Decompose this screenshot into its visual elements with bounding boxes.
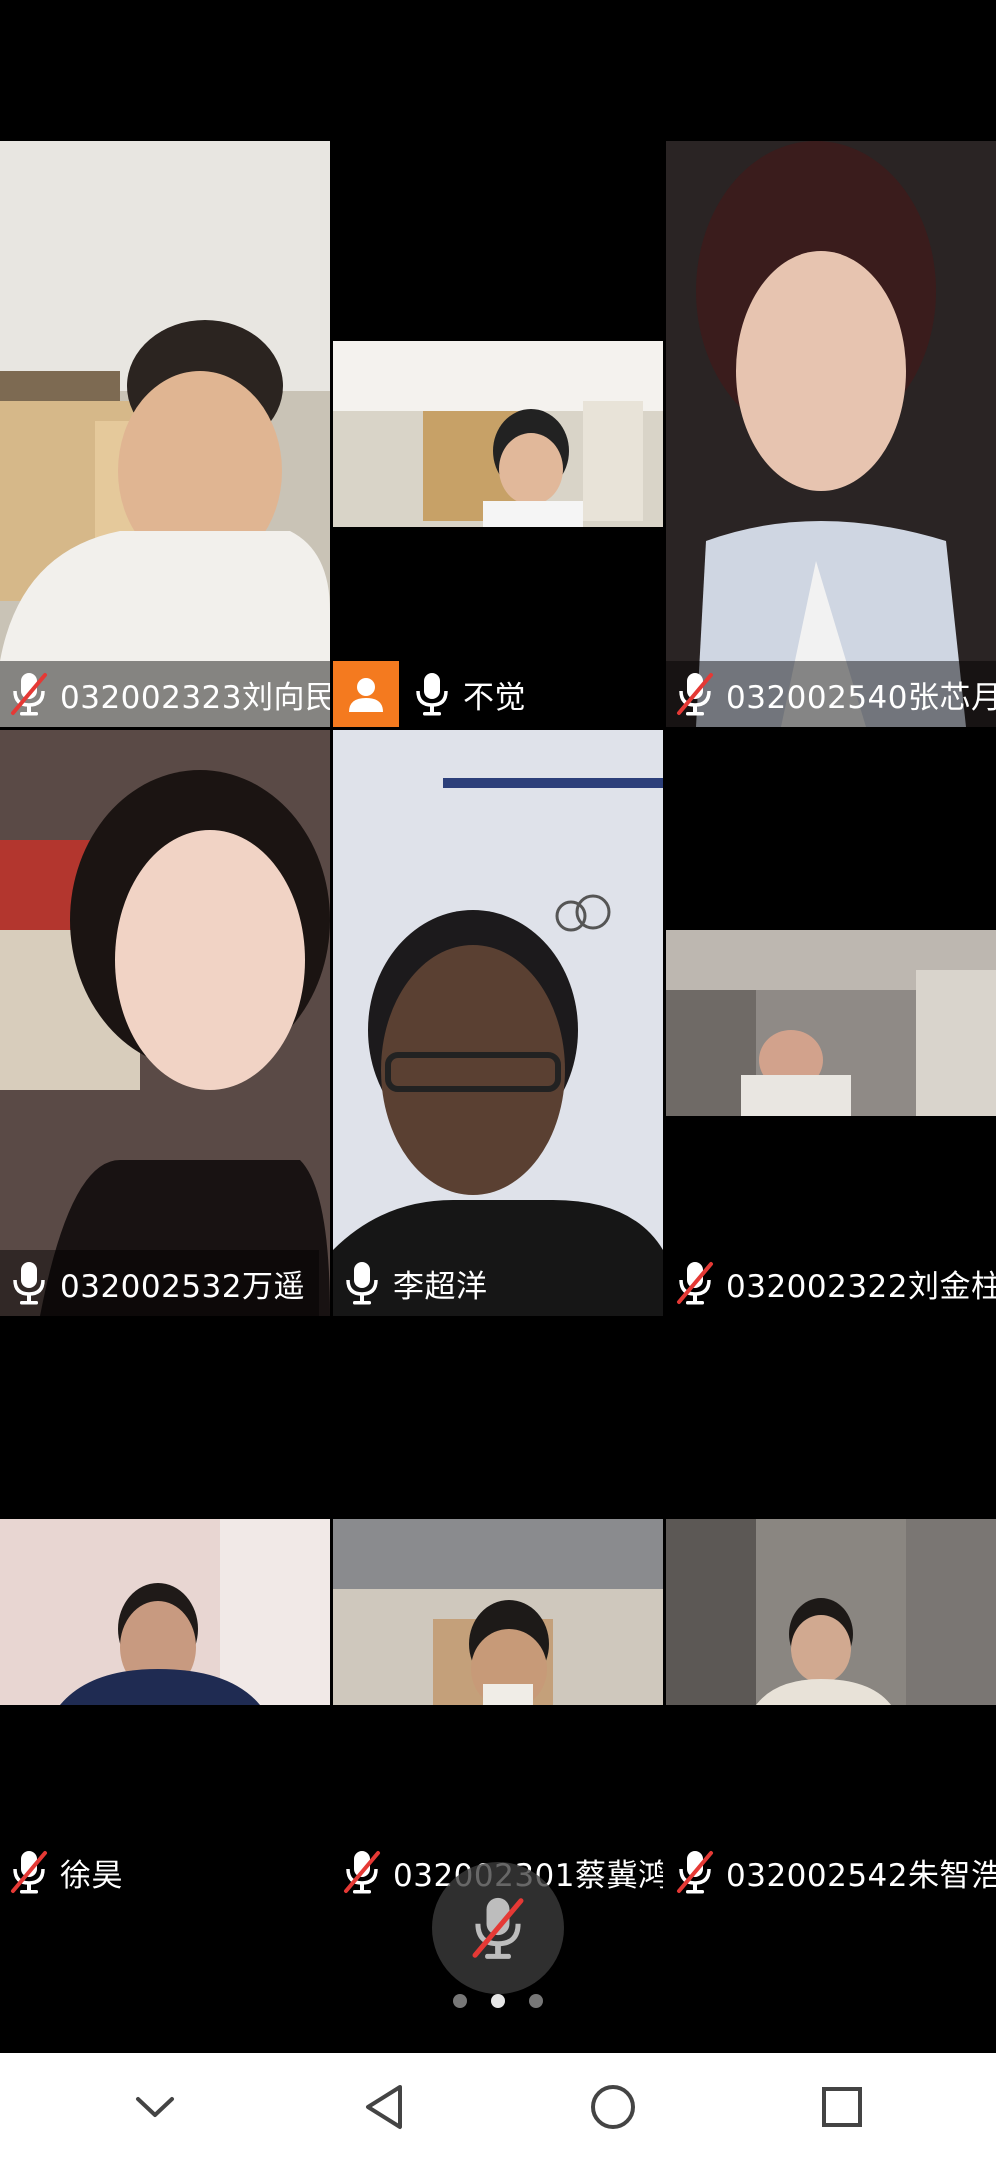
- participant-video: [666, 1519, 996, 1705]
- participant-video: [333, 341, 663, 527]
- participant-name: 李超洋: [393, 1268, 488, 1305]
- recents-square-icon[interactable]: [797, 2062, 887, 2152]
- mic-muted-icon: [343, 1849, 381, 1895]
- participant-video: [0, 1519, 330, 1705]
- participant-label: 032002540张芯月: [666, 661, 996, 727]
- page-dot[interactable]: [529, 1994, 543, 2008]
- participant-tile-speaking[interactable]: 032002532万遥: [0, 730, 330, 1316]
- participant-name: 032002532万遥: [60, 1268, 306, 1305]
- participant-video: [0, 730, 330, 1316]
- participant-tile[interactable]: 032002542朱智浩: [666, 1319, 996, 1905]
- participant-video: [666, 930, 996, 1116]
- participant-label: 徐昊: [0, 1839, 137, 1905]
- participant-video: [0, 141, 330, 727]
- participant-video: [333, 730, 663, 1316]
- participant-label: 李超洋: [333, 1250, 502, 1316]
- participant-video: [333, 1519, 663, 1705]
- participant-label: 032002542朱智浩: [666, 1839, 996, 1905]
- person-icon: [333, 661, 399, 727]
- participant-tile[interactable]: 不觉: [333, 141, 663, 727]
- mic-on-icon: [413, 671, 451, 717]
- participant-label: 032002322刘金柱: [666, 1250, 996, 1316]
- mic-on-icon: [343, 1260, 381, 1306]
- self-mic-toggle-button[interactable]: [432, 1862, 564, 1994]
- mic-muted-icon: [676, 1849, 714, 1895]
- page-indicator: [0, 1994, 996, 2008]
- page-dot-active[interactable]: [491, 1994, 505, 2008]
- system-navigation-bar: [0, 2053, 996, 2160]
- participant-tile[interactable]: 032002322刘金柱: [666, 730, 996, 1316]
- participant-label: 不觉: [333, 661, 540, 727]
- mic-on-icon: [10, 1260, 48, 1306]
- participant-name: 032002542朱智浩: [726, 1857, 996, 1894]
- participant-tile[interactable]: 徐昊: [0, 1319, 330, 1905]
- home-circle-icon[interactable]: [568, 2062, 658, 2152]
- participant-label: 032002323刘向民: [0, 661, 330, 727]
- page-dot[interactable]: [453, 1994, 467, 2008]
- chevron-down-icon[interactable]: [110, 2062, 200, 2152]
- participant-name: 032002323刘向民: [60, 679, 330, 716]
- back-triangle-icon[interactable]: [339, 2062, 429, 2152]
- participant-name: 不觉: [463, 679, 526, 716]
- participant-tile[interactable]: 032002323刘向民: [0, 141, 330, 727]
- participant-name: 徐昊: [60, 1857, 123, 1894]
- participant-tile[interactable]: 032002540张芯月: [666, 141, 996, 727]
- participant-tile[interactable]: 032002301蔡冀鸿: [333, 1319, 663, 1905]
- participant-name: 032002540张芯月: [726, 679, 996, 716]
- mic-muted-icon: [10, 671, 48, 717]
- participant-tile[interactable]: 李超洋: [333, 730, 663, 1316]
- participant-label: 032002532万遥: [0, 1250, 320, 1316]
- mic-muted-icon: [472, 1897, 524, 1959]
- participant-video: [666, 141, 996, 727]
- mic-muted-icon: [676, 671, 714, 717]
- mic-muted-icon: [676, 1260, 714, 1306]
- mic-muted-icon: [10, 1849, 48, 1895]
- participant-name: 032002322刘金柱: [726, 1268, 996, 1305]
